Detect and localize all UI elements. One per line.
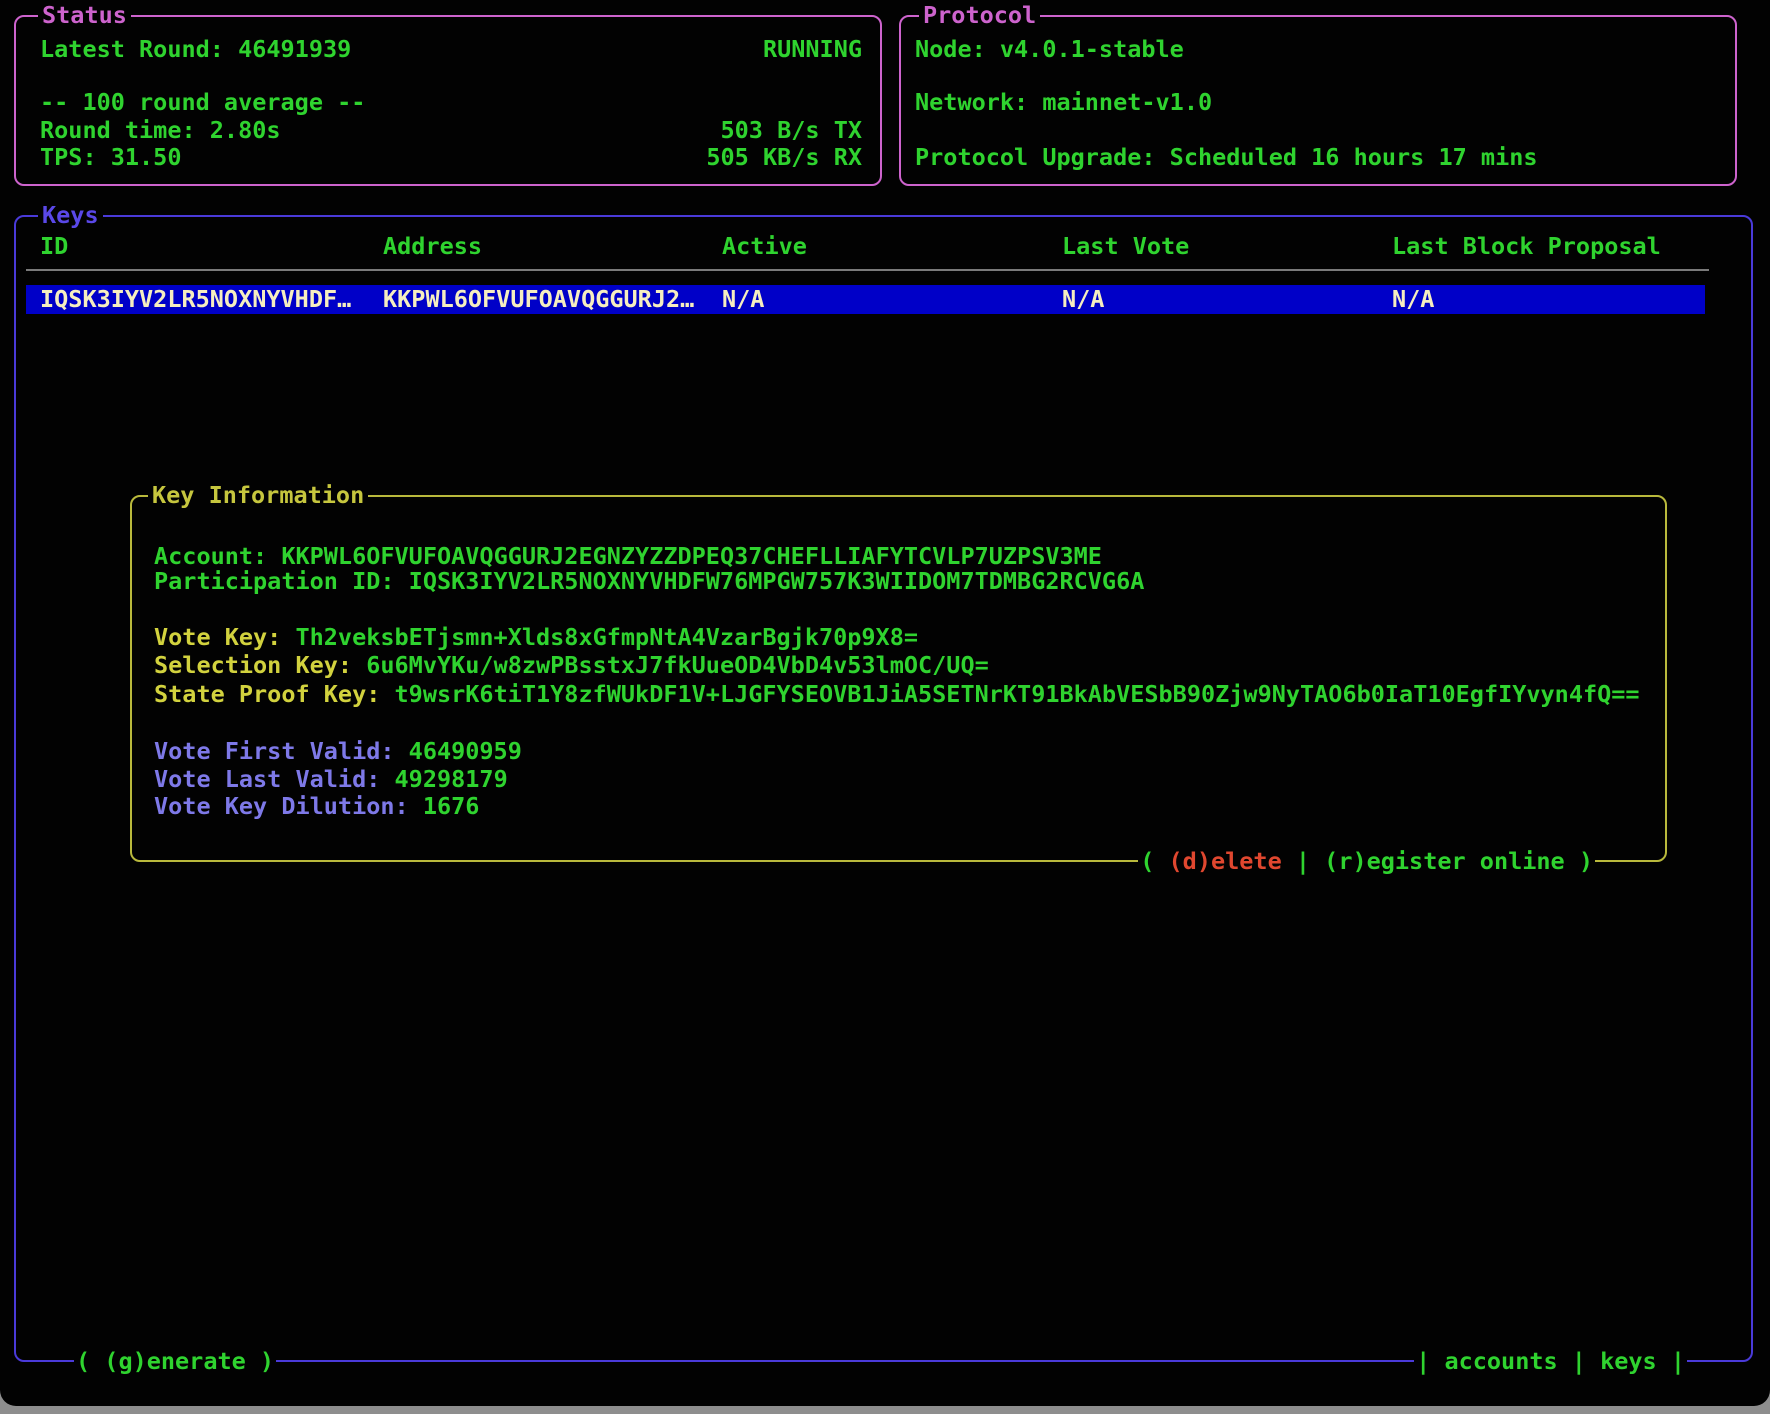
participation-id-value: IQSK3IYV2LR5NOXNYVHDFW76MPGW757K3WIIDOM7… — [409, 567, 1145, 595]
vote-last-valid-label: Vote Last Valid: — [154, 765, 395, 793]
key-actions-close-paren: ) — [1565, 847, 1593, 875]
protocol-upgrade-value: Protocol Upgrade: Scheduled 16 hours 17 … — [915, 143, 1538, 171]
nav-pipe-right: | — [1671, 1347, 1685, 1375]
selection-key-line: Selection Key: 6u6MvYKu/w8zwPBsstxJ7fkUu… — [154, 651, 989, 679]
key-table-row-selected[interactable]: IQSK3IYV2LR5NOXNYVHDF… KKPWL6OFVUFOAVQGG… — [26, 285, 1705, 314]
nav-tab-accounts[interactable]: accounts — [1430, 1347, 1571, 1375]
key-actions-open-paren: ( — [1140, 847, 1168, 875]
key-information-panel: Key Information Account: KKPWL6OFVUFOAVQ… — [130, 495, 1667, 862]
column-header-last-block-proposal: Last Block Proposal — [1392, 232, 1661, 260]
round-average-header: -- 100 round average -- — [40, 88, 365, 116]
column-header-id: ID — [40, 232, 68, 260]
register-online-control[interactable]: (r)egister online — [1324, 847, 1565, 875]
participation-id-label: Participation ID: — [154, 567, 409, 595]
node-version-value: Node: v4.0.1-stable — [915, 35, 1184, 63]
participation-id-line: Participation ID: IQSK3IYV2LR5NOXNYVHDFW… — [154, 567, 1144, 595]
nav-pipe-left: | — [1416, 1347, 1430, 1375]
column-header-active: Active — [722, 232, 807, 260]
header-separator — [26, 269, 1709, 271]
nav-tab-keys[interactable]: keys — [1586, 1347, 1671, 1375]
bottom-nav: | accounts | keys | — [1414, 1347, 1687, 1375]
keys-panel: Keys ID Address Active Last Vote Last Bl… — [14, 215, 1753, 1362]
key-actions: ( (d)elete | (r)egister online ) — [1138, 847, 1595, 875]
network-value: Network: mainnet-v1.0 — [915, 88, 1212, 116]
status-panel: Status Latest Round: 46491939 RUNNING --… — [14, 15, 882, 186]
vote-last-valid-line: Vote Last Valid: 49298179 — [154, 765, 508, 793]
account-label: Account: — [154, 542, 281, 570]
state-proof-key-value: t9wsrK6tiT1Y8zfWUkDF1V+LJGFYSEOVB1JiA5SE… — [395, 680, 1640, 708]
row-cell-last-vote: N/A — [1062, 285, 1104, 313]
node-state-badge: RUNNING — [763, 35, 862, 63]
column-header-last-vote: Last Vote — [1062, 232, 1189, 260]
rx-rate-value: 505 KB/s RX — [706, 143, 862, 171]
latest-round-value: Latest Round: 46491939 — [40, 35, 351, 63]
row-cell-address: KKPWL6OFVUFOAVQGGURJ2… — [383, 285, 694, 313]
keys-panel-title: Keys — [38, 201, 103, 229]
vote-key-dilution-label: Vote Key Dilution: — [154, 792, 423, 820]
vote-first-valid-label: Vote First Valid: — [154, 737, 409, 765]
column-header-address: Address — [383, 232, 482, 260]
account-value: KKPWL6OFVUFOAVQGGURJ2EGNZYZZDPEQ37CHEFLL… — [281, 542, 1102, 570]
vote-key-label: Vote Key: — [154, 623, 295, 651]
selection-key-value: 6u6MvYKu/w8zwPBsstxJ7fkUueOD4VbD4v53lmOC… — [366, 651, 989, 679]
vote-first-valid-value: 46490959 — [409, 737, 522, 765]
vote-key-value: Th2veksbETjsmn+Xlds8xGfmpNtA4VzarBgjk70p… — [295, 623, 918, 651]
generate-key-control[interactable]: ( (g)enerate ) — [74, 1347, 276, 1375]
key-information-title: Key Information — [148, 481, 368, 509]
state-proof-key-line: State Proof Key: t9wsrK6tiT1Y8zfWUkDF1V+… — [154, 680, 1640, 708]
tps-value: TPS: 31.50 — [40, 143, 181, 171]
nav-pipe-middle: | — [1572, 1347, 1586, 1375]
terminal-window: Status Latest Round: 46491939 RUNNING --… — [0, 0, 1770, 1406]
state-proof-key-label: State Proof Key: — [154, 680, 395, 708]
protocol-panel: Protocol Node: v4.0.1-stable Network: ma… — [899, 15, 1737, 186]
tx-rate-value: 503 B/s TX — [721, 116, 862, 144]
vote-key-line: Vote Key: Th2veksbETjsmn+Xlds8xGfmpNtA4V… — [154, 623, 918, 651]
status-panel-title: Status — [38, 1, 131, 29]
account-line: Account: KKPWL6OFVUFOAVQGGURJ2EGNZYZZDPE… — [154, 542, 1102, 570]
selection-key-label: Selection Key: — [154, 651, 366, 679]
protocol-panel-title: Protocol — [919, 1, 1040, 29]
round-time-value: Round time: 2.80s — [40, 116, 281, 144]
delete-key-control[interactable]: (d)elete — [1169, 847, 1282, 875]
vote-key-dilution-value: 1676 — [423, 792, 480, 820]
vote-last-valid-value: 49298179 — [395, 765, 508, 793]
row-cell-active: N/A — [722, 285, 764, 313]
row-cell-last-block-proposal: N/A — [1392, 285, 1434, 313]
row-cell-id: IQSK3IYV2LR5NOXNYVHDF… — [40, 285, 351, 313]
vote-first-valid-line: Vote First Valid: 46490959 — [154, 737, 522, 765]
vote-key-dilution-line: Vote Key Dilution: 1676 — [154, 792, 479, 820]
key-actions-separator: | — [1282, 847, 1324, 875]
